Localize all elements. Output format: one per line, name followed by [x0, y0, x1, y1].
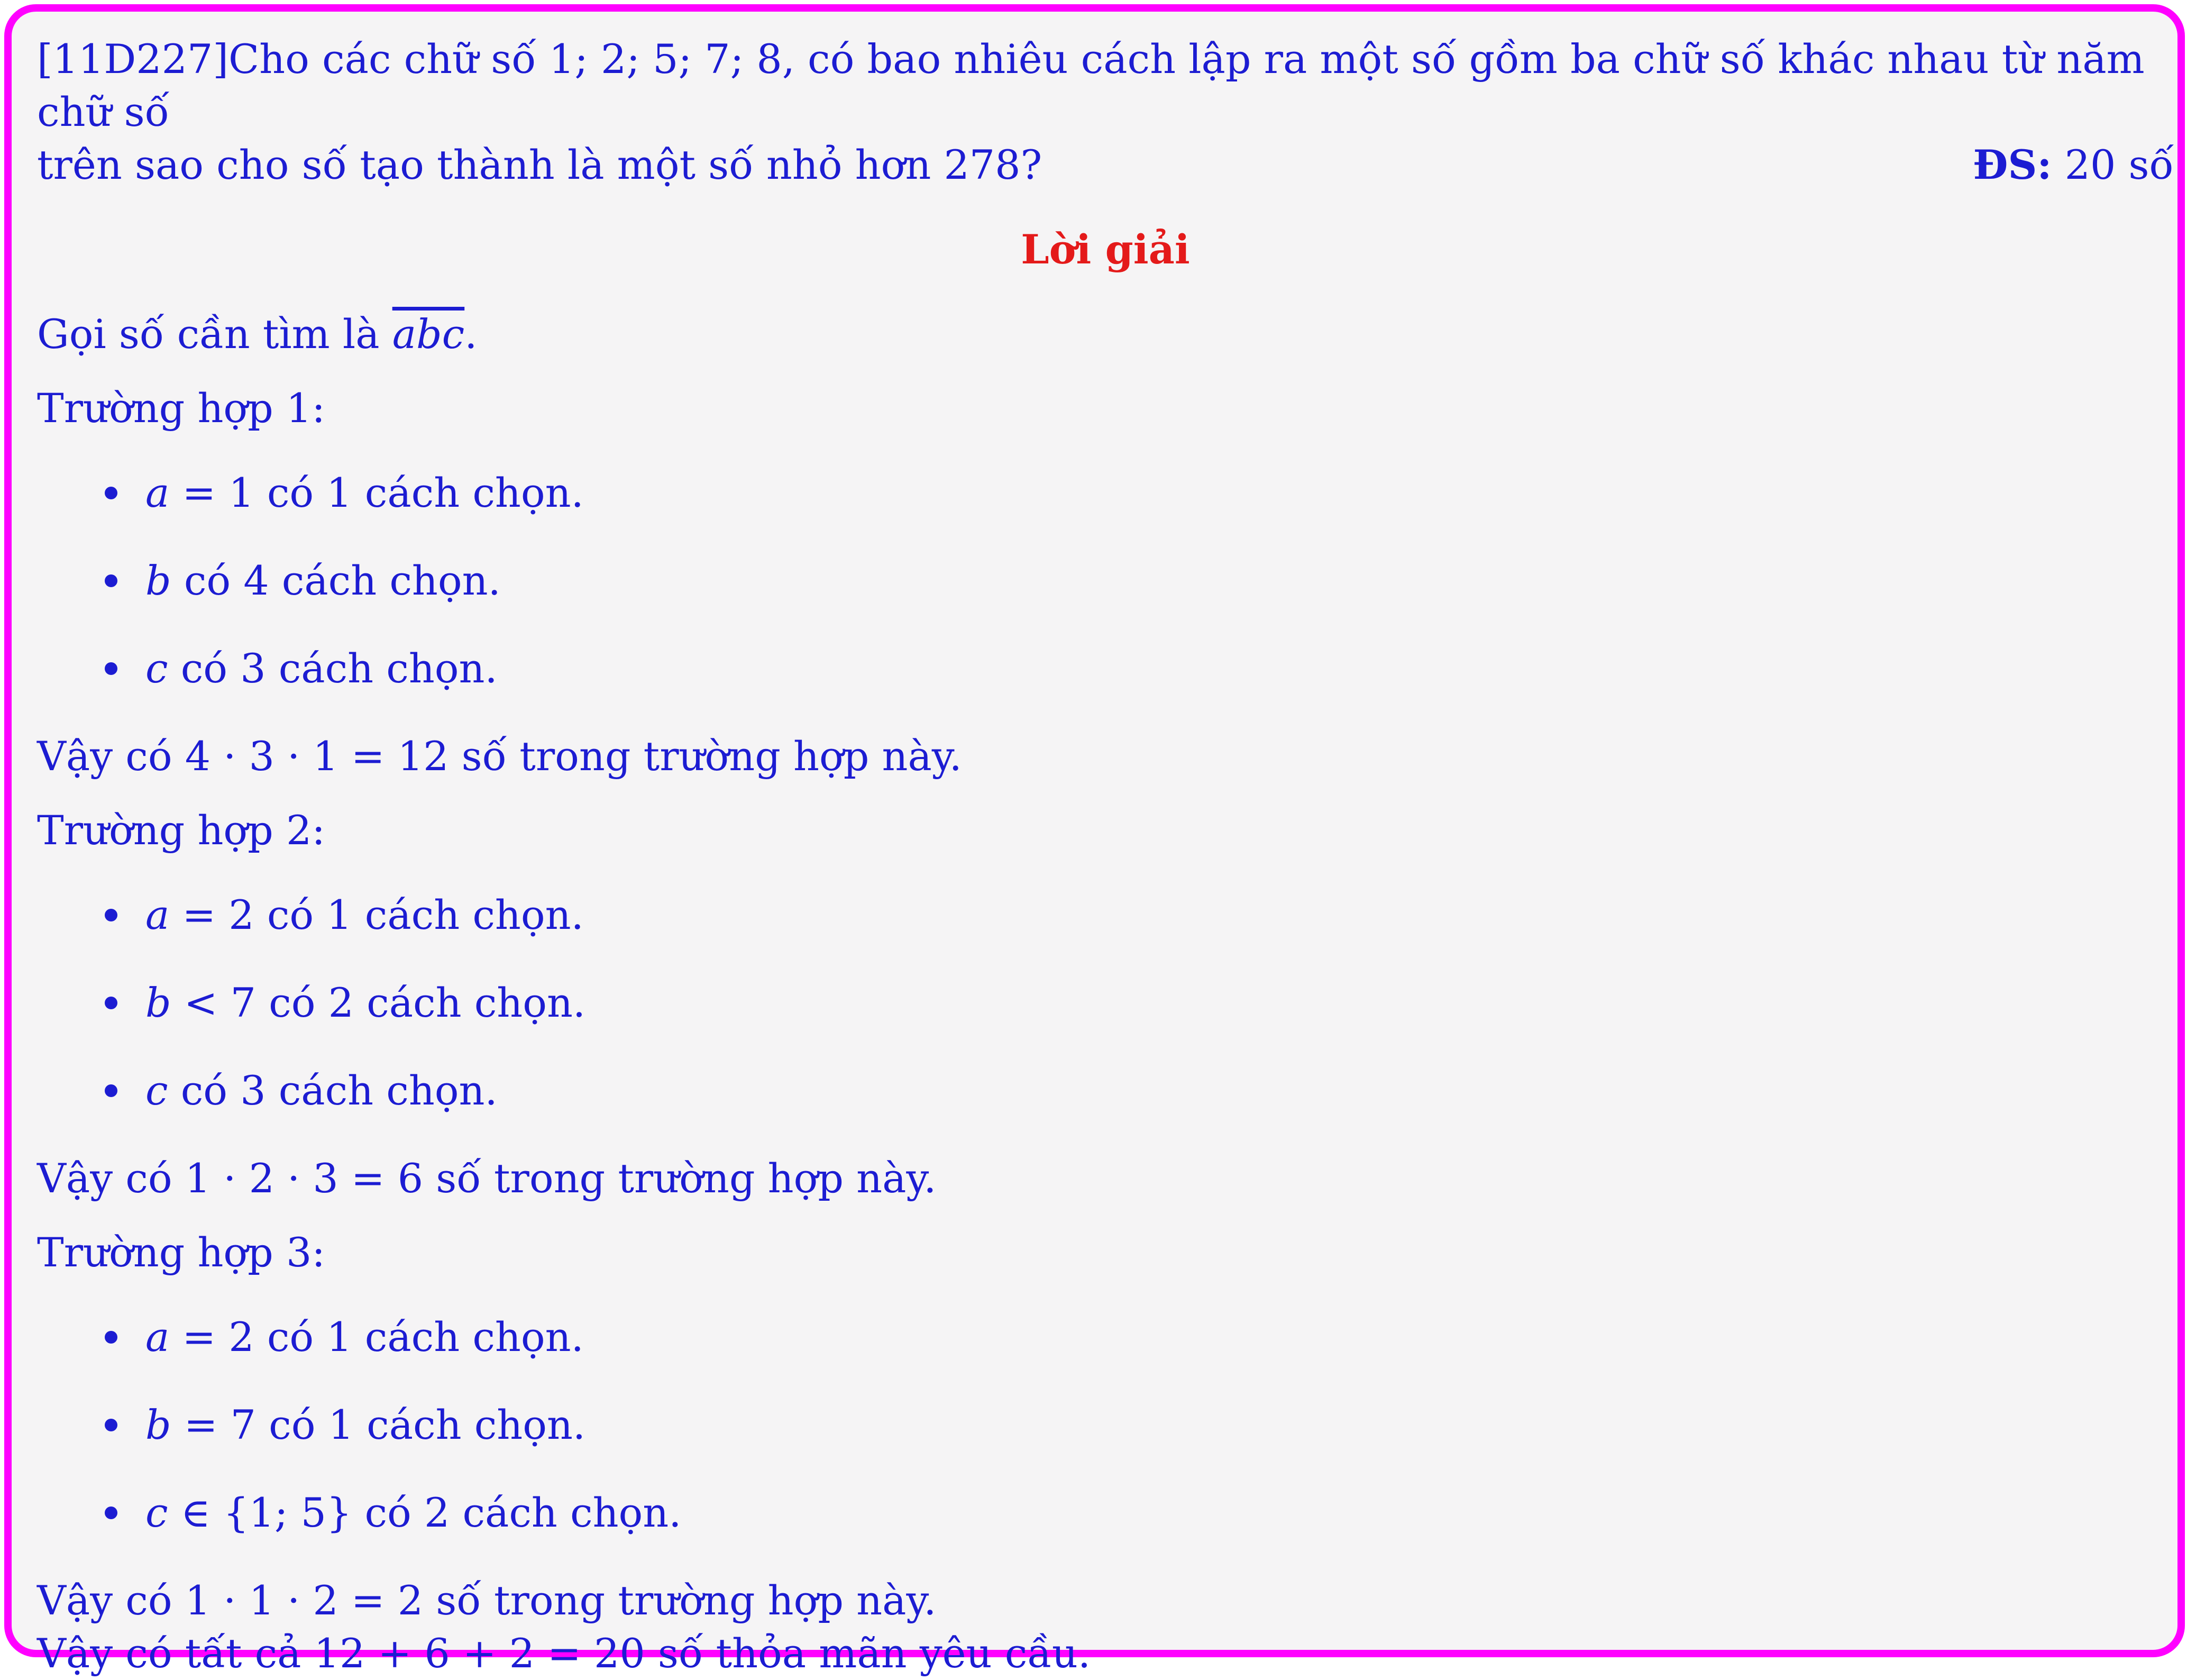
list-item: c ∈ {1; 5} có 2 cách chọn.	[37, 1486, 2174, 1539]
answer-label: ĐS:	[1973, 141, 2052, 188]
list-item-text: có 4 cách chọn.	[171, 557, 501, 604]
case-3-title: Trường hợp 3:	[37, 1229, 325, 1276]
math-var: b	[145, 1401, 171, 1448]
problem-line-2-text: trên sao cho số tạo thành là một số nhỏ …	[37, 141, 1042, 188]
final-conclusion: Vậy có tất cả 12 + 6 + 2 = 20 số thỏa mã…	[37, 1630, 1091, 1677]
list-item: a = 2 có 1 cách chọn.	[37, 1311, 2174, 1364]
problem-card: [11D227]Cho các chữ số 1; 2; 5; 7; 8, có…	[4, 4, 2185, 1677]
list-item-text: = 2 có 1 cách chọn.	[169, 891, 584, 938]
case-2-title: Trường hợp 2:	[37, 807, 325, 854]
case-3-list: a = 2 có 1 cách chọn. b = 7 có 1 cách ch…	[37, 1311, 2174, 1539]
list-item-text: = 1 có 1 cách chọn.	[169, 469, 584, 516]
solution-title: Lời giải	[1021, 226, 1190, 273]
math-var: a	[145, 469, 170, 516]
solution-intro: Gọi số cần tìm là abc.	[37, 308, 2174, 361]
list-item-text: ∈ {1; 5} có 2 cách chọn.	[168, 1489, 682, 1536]
math-var: b	[145, 557, 171, 604]
case-1-list: a = 1 có 1 cách chọn. b có 4 cách chọn. …	[37, 467, 2174, 695]
case-3-conclusion: Vậy có 1 · 1 · 2 = 2 số trong trường hợp…	[37, 1577, 937, 1624]
math-var: a	[145, 891, 170, 938]
list-item-text: < 7 có 2 cách chọn.	[171, 979, 586, 1026]
list-item: c có 3 cách chọn.	[37, 642, 2174, 695]
solution-intro-end: .	[464, 311, 478, 358]
case-2-conclusion: Vậy có 1 · 2 · 3 = 6 số trong trường hợp…	[37, 1155, 937, 1202]
math-var: c	[145, 1489, 168, 1536]
problem-line-1: [11D227]Cho các chữ số 1; 2; 5; 7; 8, có…	[37, 35, 2145, 135]
list-item-text: có 3 cách chọn.	[168, 645, 498, 692]
case-1-title: Trường hợp 1:	[37, 385, 325, 432]
list-item: b = 7 có 1 cách chọn.	[37, 1399, 2174, 1451]
list-item-text: = 2 có 1 cách chọn.	[169, 1313, 584, 1361]
math-var: c	[145, 1067, 168, 1114]
card-content: [11D227]Cho các chữ số 1; 2; 5; 7; 8, có…	[37, 33, 2174, 1680]
problem-line-2: trên sao cho số tạo thành là một số nhỏ …	[37, 139, 2174, 191]
case-2-list: a = 2 có 1 cách chọn. b < 7 có 2 cách ch…	[37, 889, 2174, 1117]
solution-intro-text: Gọi số cần tìm là	[37, 311, 392, 358]
number-variable: abc	[392, 311, 465, 358]
math-var: a	[145, 1313, 170, 1361]
math-var: b	[145, 979, 171, 1026]
list-item: a = 1 có 1 cách chọn.	[37, 467, 2174, 519]
list-item-text: = 7 có 1 cách chọn.	[171, 1401, 586, 1448]
math-var: c	[145, 645, 168, 692]
list-item-text: có 3 cách chọn.	[168, 1067, 498, 1114]
list-item: a = 2 có 1 cách chọn.	[37, 889, 2174, 942]
answer: ĐS: 20 số	[1973, 139, 2174, 191]
list-item: c có 3 cách chọn.	[37, 1064, 2174, 1117]
list-item: b có 4 cách chọn.	[37, 554, 2174, 607]
case-1-conclusion: Vậy có 4 · 3 · 1 = 12 số trong trường hợ…	[37, 733, 962, 780]
answer-value: 20 số	[2052, 141, 2174, 188]
list-item: b < 7 có 2 cách chọn.	[37, 976, 2174, 1029]
problem-statement: [11D227]Cho các chữ số 1; 2; 5; 7; 8, có…	[37, 33, 2174, 191]
